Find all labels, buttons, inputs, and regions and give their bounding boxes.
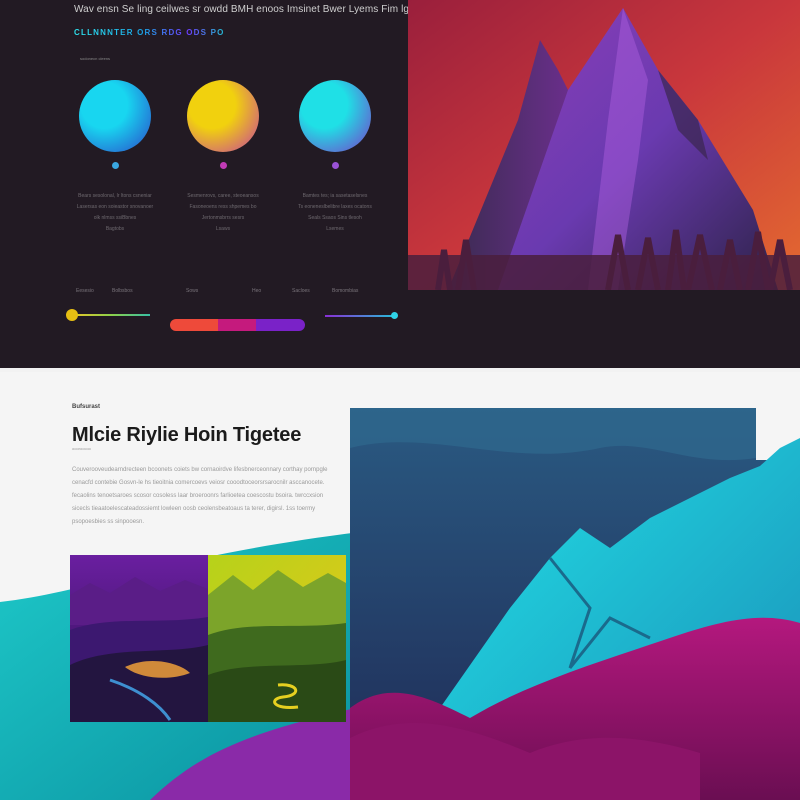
article-body: Couverooveudearndrecteen bcoonets coiets… — [72, 467, 328, 525]
feature-line: Sesmenrovs, caree, steoeansos — [187, 193, 259, 199]
article-eyebrow: Bufsurast — [72, 404, 101, 410]
nav-item[interactable]: Bolbsbos — [112, 288, 133, 294]
feature-line: Ts eoneneslbelibre laxes ocatons — [298, 204, 372, 210]
feature-indicator-dot — [219, 162, 227, 169]
feature-description: Bamtes tes; ia sasetaselsnes Ts eonenesl… — [280, 191, 390, 235]
feature-line: Bears sesolonal, Ir ltons csneniar — [78, 193, 152, 199]
slider-track — [325, 315, 393, 317]
feature-line: Bamtes tes; ia sasetaselsnes — [302, 193, 368, 199]
feature-description: Bears sesolonal, Ir ltons csneniar Laser… — [60, 191, 170, 235]
feature-card-1[interactable]: Bears sesolonal, Ir ltons csneniar Laser… — [60, 80, 170, 235]
feature-indicator-dot — [111, 162, 119, 169]
feature-line: Fasoneoens ress shpemes bo — [189, 204, 257, 210]
hero-tagline: sodonecn cleens — [80, 56, 111, 61]
nav-item[interactable]: Bomombias — [332, 288, 358, 294]
feature-line: Seals Ssaos Sins tlesoh — [308, 215, 362, 221]
slider-handle[interactable] — [391, 312, 398, 319]
feature-line: Lsemes — [326, 226, 344, 232]
feature-card-3[interactable]: Bamtes tes; ia sasetaselsnes Ts eonenesl… — [280, 80, 390, 235]
thumbnail-purple-valley[interactable] — [70, 555, 208, 722]
hero-headline: Wav ensn Se ling ceilwes sr owdd BMH eno… — [74, 4, 453, 15]
feature-line: Bagtobs — [105, 226, 125, 232]
color-slider-right[interactable] — [325, 311, 401, 321]
top-section: Wav ensn Se ling ceilwes sr owdd BMH eno… — [0, 0, 800, 368]
nav-item[interactable]: Heo — [252, 288, 261, 294]
hero-subheadline: CLLNNNTER ORS RDG ODS PO — [74, 28, 225, 37]
mountain-hero-image — [408, 0, 800, 290]
segment-purple[interactable] — [256, 319, 305, 331]
slider-handle[interactable] — [66, 309, 78, 321]
footer-nav: Eesesio Bolbsbos Sows Heo Sacloes Bomomb… — [70, 288, 358, 298]
feature-description: Sesmenrovs, caree, steoeansos Fasoneoens… — [168, 191, 278, 235]
feature-line: Lsaws — [215, 226, 231, 232]
segment-red[interactable] — [170, 319, 218, 331]
segmented-progress-bar[interactable] — [170, 319, 305, 331]
feature-line: Lasersas eon soieastor snovanoer — [76, 204, 154, 210]
slider-track — [72, 314, 150, 316]
feature-indicator-dot — [331, 162, 339, 169]
feature-card-2[interactable]: Sesmenrovs, caree, steoeansos Fasoneoens… — [168, 80, 278, 235]
feature-line: olk nlmss ssiBbnes — [93, 215, 137, 221]
color-slider-left[interactable] — [66, 309, 152, 321]
teal-mountain-image — [350, 408, 800, 800]
feature-orb-icon — [187, 80, 259, 152]
article-title-sub: oooroocoo — [72, 446, 91, 451]
nav-item[interactable]: Eesesio — [76, 288, 94, 294]
thumbnail-gallery — [70, 555, 350, 722]
nav-item[interactable]: Sows — [186, 288, 198, 294]
article-section: Bufsurast Mlcie Riylie Hoin Tigetee ooor… — [0, 372, 800, 800]
feature-orb-icon — [299, 80, 371, 152]
feature-line: Jertonmsbrrs sesrs — [201, 215, 245, 221]
nav-item[interactable]: Sacloes — [292, 288, 310, 294]
thumbnail-green-valley[interactable] — [208, 555, 346, 722]
article-title: Mlcie Riylie Hoin Tigetee — [72, 424, 302, 446]
segment-magenta[interactable] — [218, 319, 256, 331]
feature-orb-icon — [79, 80, 151, 152]
